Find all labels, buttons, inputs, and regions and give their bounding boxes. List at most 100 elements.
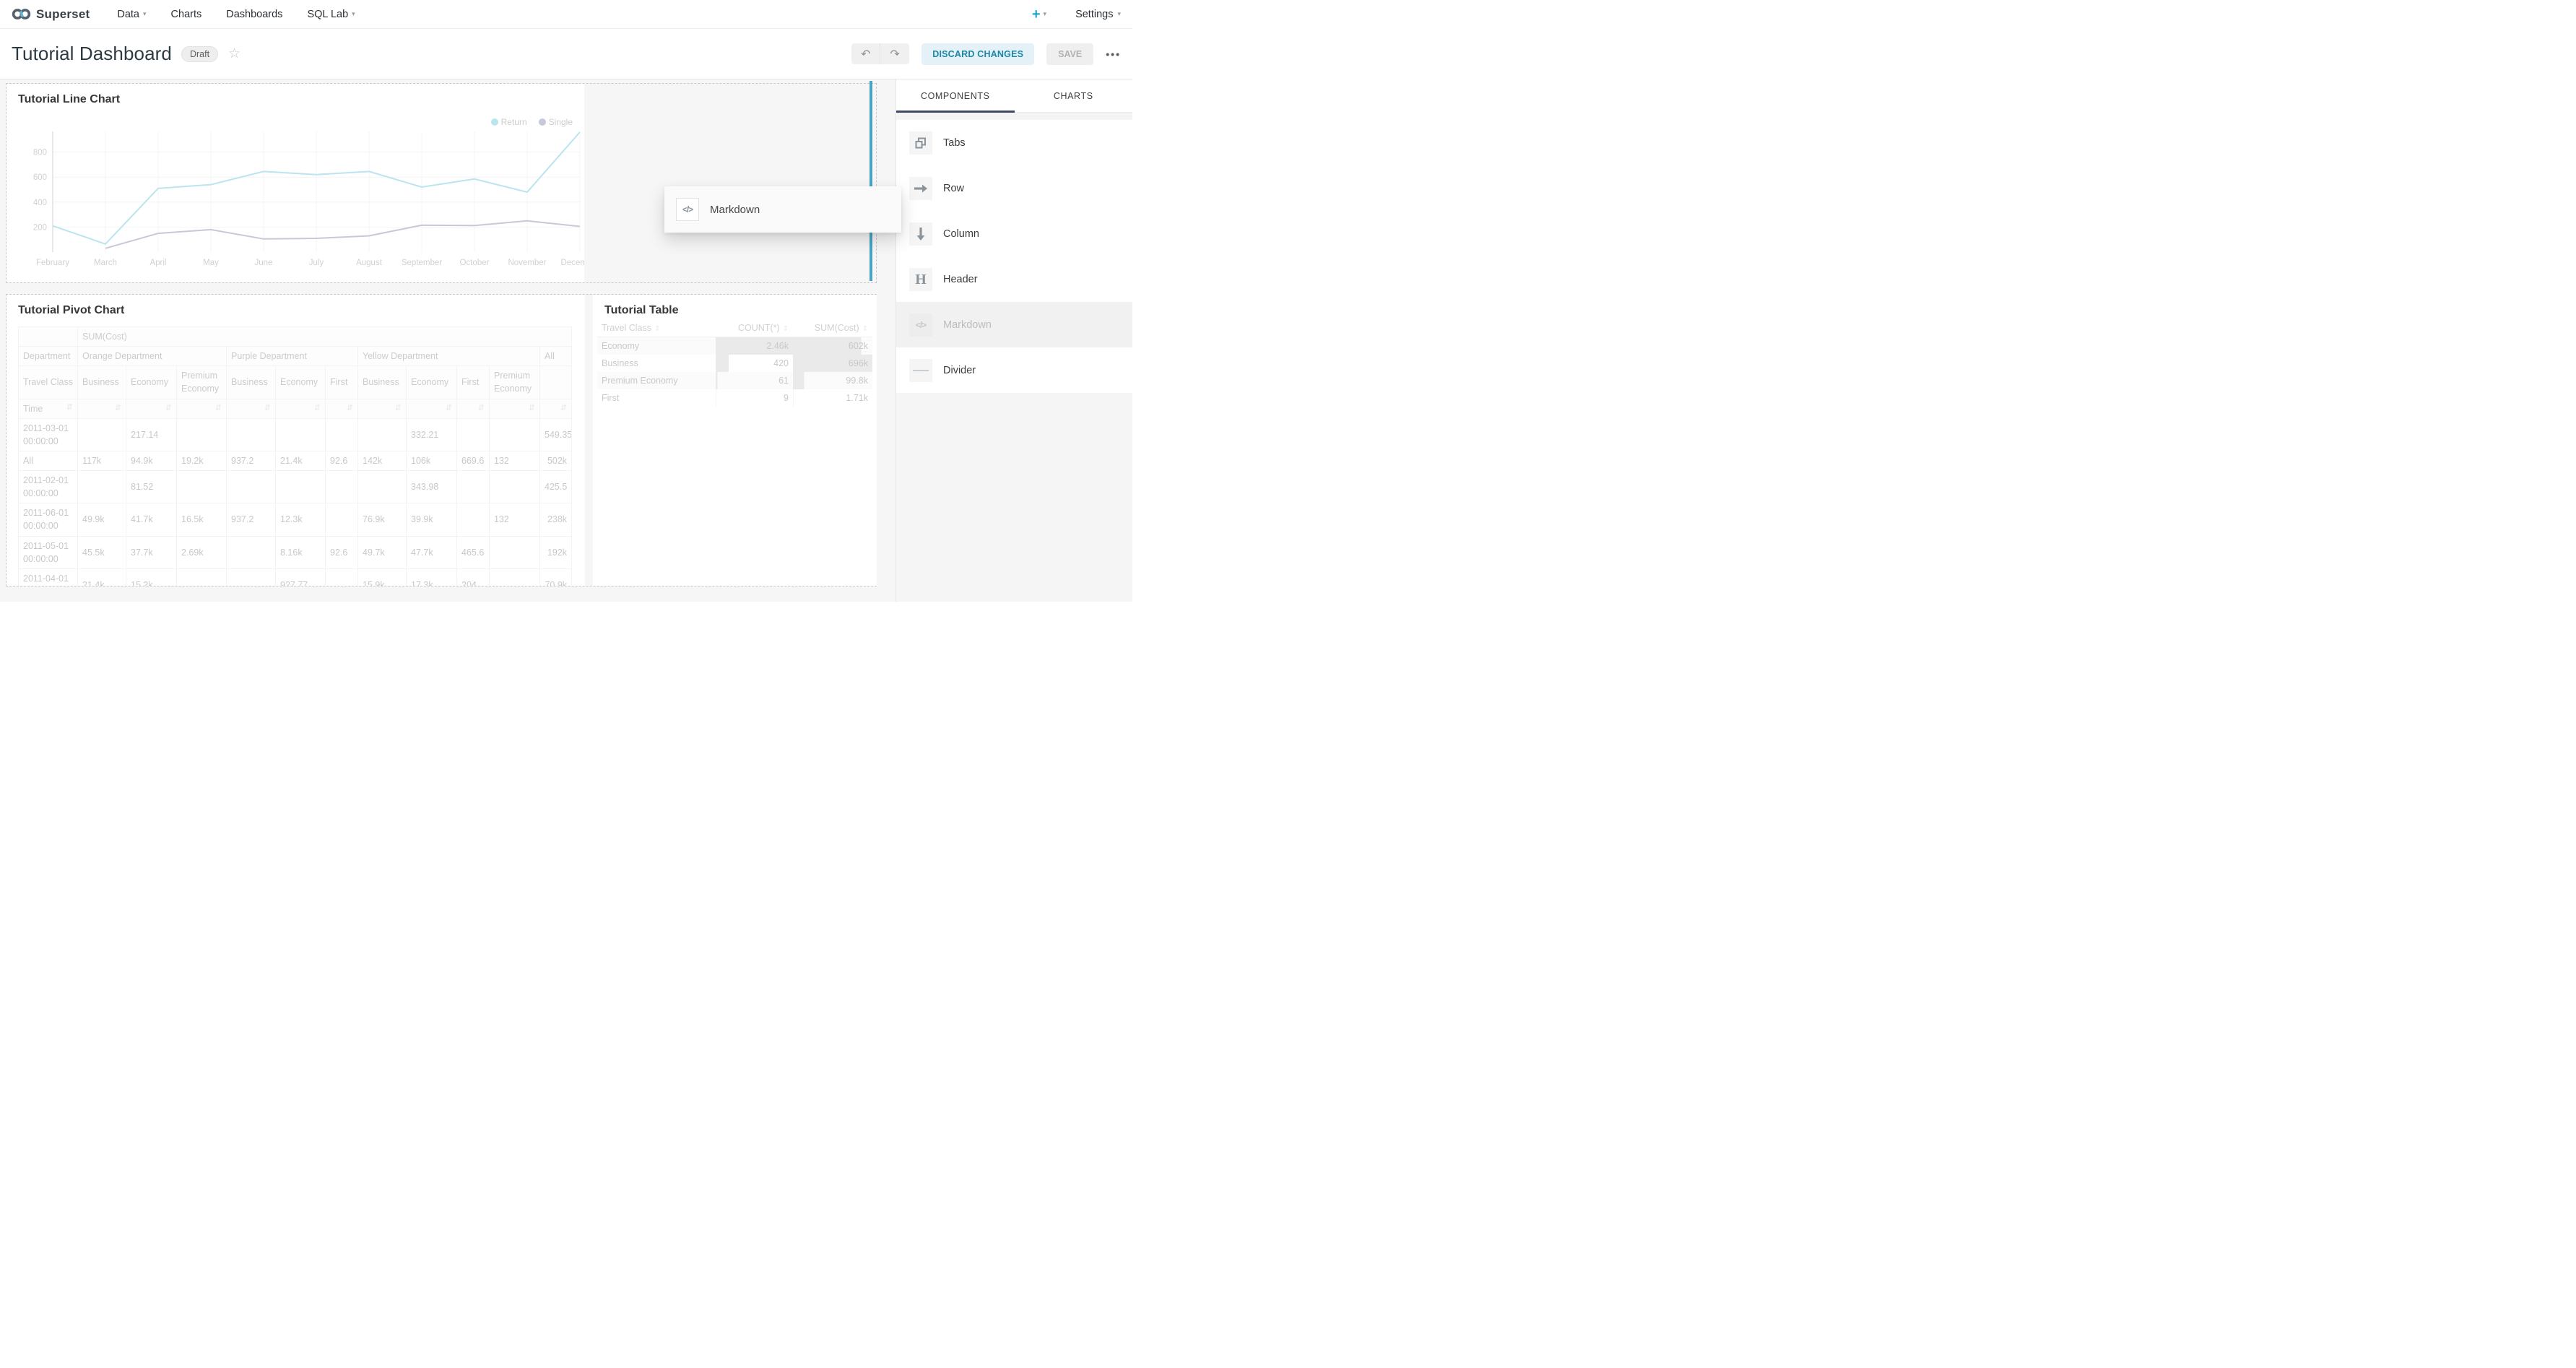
status-badge: Draft (181, 46, 218, 62)
svg-text:February: February (36, 259, 69, 267)
pivot-class-col: Economy (407, 366, 457, 399)
sort-icon[interactable]: ⇵ (395, 403, 402, 415)
data-table: Travel Class⇕COUNT(*)⇕SUM(Cost)⇕Economy2… (597, 319, 872, 407)
line-chart-card[interactable]: Tutorial Line Chart ReturnSingle 2004006… (6, 84, 584, 282)
svg-text:400: 400 (33, 199, 47, 207)
pivot-col-group: Orange Department (78, 347, 227, 366)
header-icon: H (909, 268, 932, 291)
sort-icon[interactable]: ⇵ (446, 403, 452, 415)
sidebar-component-header[interactable]: HHeader (896, 256, 1132, 302)
chart-title: Tutorial Table (604, 304, 679, 317)
pivot-class-col: First (326, 366, 358, 399)
pivot-row: All117k94.9k19.2k937.221.4k92.6142k106k6… (19, 451, 572, 470)
chevron-down-icon: ▾ (1044, 10, 1047, 18)
legend-dot (539, 118, 546, 126)
favorite-star-icon[interactable]: ☆ (228, 47, 240, 61)
svg-text:March: March (94, 259, 117, 267)
svg-text:May: May (203, 259, 219, 267)
save-button[interactable]: SAVE (1046, 43, 1093, 65)
svg-text:August: August (356, 259, 383, 267)
pivot-class-col: Premium Economy (490, 366, 540, 399)
svg-text:April: April (149, 259, 166, 267)
more-options-button[interactable]: ••• (1106, 48, 1121, 60)
dashboard-row-2[interactable]: Tutorial Pivot Chart SUM(Cost)Department… (6, 294, 877, 586)
column-header-sum-cost[interactable]: SUM(Cost)⇕ (793, 319, 872, 337)
nav-item-sql-lab[interactable]: SQL Lab▾ (307, 9, 355, 20)
sort-icon[interactable]: ⇵ (347, 403, 353, 415)
redo-button[interactable]: ↷ (880, 43, 909, 64)
sidebar-band (896, 113, 1132, 120)
nav-item-charts[interactable]: Charts (171, 9, 202, 20)
pivot-row: 2011-05-01 00:00:0045.5k37.7k2.69k8.16k9… (19, 536, 572, 568)
sort-icon[interactable]: ⇵ (314, 403, 321, 415)
drop-indicator-line (869, 81, 872, 281)
svg-text:December: December (560, 259, 584, 267)
table-chart-card[interactable]: Tutorial Table Travel Class⇕COUNT(*)⇕SUM… (593, 295, 877, 586)
chevron-down-icon: ▾ (143, 10, 147, 18)
sidebar-component-column[interactable]: Column (896, 211, 1132, 256)
svg-text:November: November (508, 259, 546, 267)
divider-icon (909, 359, 932, 382)
svg-text:600: 600 (33, 173, 47, 182)
sort-icon: ⇕ (783, 325, 789, 333)
undo-button[interactable]: ↶ (851, 43, 880, 64)
line-chart-plot: 200400600800FebruaryMarchAprilMayJuneJul… (22, 126, 584, 282)
nav-right: + ▾ Settings ▾ (1032, 7, 1121, 22)
sort-icon[interactable]: ⇵ (115, 403, 121, 415)
sidebar-component-markdown[interactable]: </>Markdown (896, 302, 1132, 347)
superset-logo[interactable]: Superset (12, 7, 90, 22)
dashboard-row-1[interactable]: Tutorial Line Chart ReturnSingle 2004006… (6, 83, 877, 283)
sort-icon[interactable]: ⇵ (529, 403, 535, 415)
svg-text:September: September (402, 259, 442, 267)
chevron-down-icon: ▾ (1117, 10, 1121, 18)
tab-components[interactable]: COMPONENTS (896, 79, 1015, 112)
settings-menu[interactable]: Settings ▾ (1075, 9, 1121, 20)
pivot-metric-label: SUM(Cost) (78, 327, 572, 347)
sort-icon[interactable]: ⇵ (215, 403, 222, 415)
nav-item-data[interactable]: Data▾ (117, 9, 146, 20)
pivot-row: 2011-06-01 00:00:0049.9k41.7k16.5k937.21… (19, 503, 572, 536)
pivot-col-group: Purple Department (227, 347, 358, 366)
tab-charts[interactable]: CHARTS (1015, 79, 1133, 112)
table-row: Premium Economy6199.8k (597, 372, 872, 389)
svg-text:June: June (255, 259, 273, 267)
dashboard-canvas: Tutorial Line Chart ReturnSingle 2004006… (0, 79, 895, 602)
sidebar-component-row[interactable]: Row (896, 165, 1132, 211)
nav-menu: Data▾ Charts Dashboards SQL Lab▾ (117, 9, 355, 20)
column-header-travel-class[interactable]: Travel Class⇕ (597, 319, 716, 337)
dragged-component-label: Markdown (710, 204, 760, 216)
sort-icon[interactable]: ⇵ (560, 403, 567, 415)
pivot-row: 2011-03-01 00:00:00217.14332.21549.35 (19, 418, 572, 451)
new-item-button[interactable]: + ▾ (1032, 7, 1046, 22)
sidebar-component-tabs[interactable]: Tabs (896, 120, 1132, 165)
table-row: First91.71k (597, 389, 872, 407)
pivot-row: 2011-02-01 00:00:0081.52343.98425.5 (19, 471, 572, 503)
sort-icon[interactable]: ⇵ (66, 402, 73, 414)
undo-redo-group: ↶ ↷ (851, 43, 909, 64)
sort-icon[interactable]: ⇵ (165, 403, 172, 415)
pivot-col-group: Yellow Department (358, 347, 540, 366)
pivot-class-col: Business (358, 366, 407, 399)
pivot-class-col (540, 366, 572, 399)
sort-icon[interactable]: ⇵ (478, 403, 485, 415)
dashboard-header: Tutorial Dashboard Draft ☆ ↶ ↷ DISCARD C… (0, 29, 1132, 79)
line-chart-svg: 200400600800FebruaryMarchAprilMayJuneJul… (22, 126, 584, 281)
builder-sidebar: COMPONENTS CHARTS TabsRowColumnHHeader</… (895, 79, 1132, 602)
sidebar-component-divider[interactable]: Divider (896, 347, 1132, 393)
svg-text:800: 800 (33, 149, 47, 157)
page-title[interactable]: Tutorial Dashboard (12, 43, 172, 65)
plus-icon: + (1032, 7, 1041, 22)
undo-icon: ↶ (861, 47, 870, 61)
column-header-count[interactable]: COUNT(*)⇕ (716, 319, 793, 337)
pivot-chart-card[interactable]: Tutorial Pivot Chart SUM(Cost)Department… (6, 295, 585, 586)
dragged-markdown-component[interactable]: </> Markdown (664, 186, 901, 233)
brand-name: Superset (36, 7, 90, 22)
nav-item-dashboards[interactable]: Dashboards (226, 9, 282, 20)
component-list: TabsRowColumnHHeader</>MarkdownDivider (896, 120, 1132, 393)
pivot-class-col: Economy (276, 366, 326, 399)
pivot-class-col: Business (227, 366, 276, 399)
discard-changes-button[interactable]: DISCARD CHANGES (921, 43, 1034, 65)
chart-title: Tutorial Line Chart (18, 93, 120, 106)
markdown-icon: </> (676, 198, 699, 221)
sort-icon[interactable]: ⇵ (264, 403, 271, 415)
